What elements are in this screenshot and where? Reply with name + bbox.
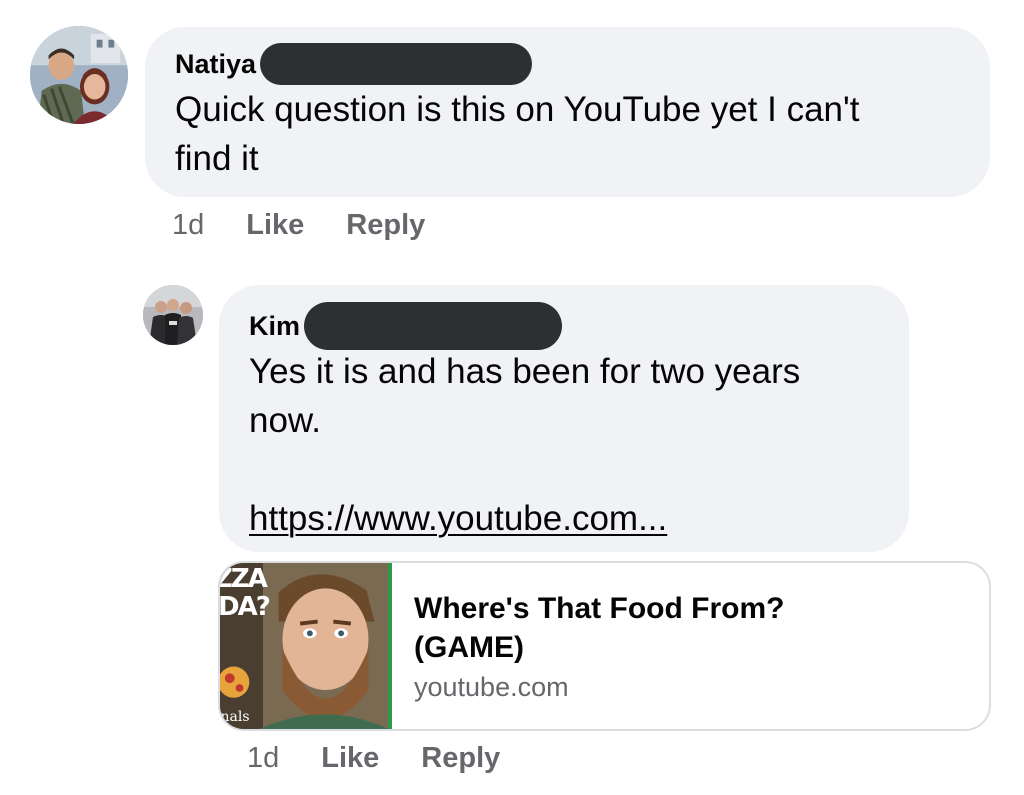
link-preview-card[interactable]: ZZA DA? inals Where's That Food From? (G…: [218, 561, 991, 731]
comment-text: Yes it is and has been for two years now…: [249, 347, 879, 543]
avatar-kim[interactable]: [143, 285, 203, 345]
comment-line: find it: [175, 139, 259, 178]
comment-author-row: Kim: [249, 302, 879, 350]
author-name[interactable]: Kim: [249, 307, 300, 345]
thumbnail-caption: inals: [220, 709, 250, 725]
comment-actions: 1d Like Reply: [247, 738, 542, 778]
like-button[interactable]: Like: [321, 742, 379, 775]
reply-bubble: Kim Yes it is and has been for two years…: [219, 285, 909, 552]
comment-thread: Natiya Quick question is this on YouTube…: [0, 0, 1024, 795]
reply-button[interactable]: Reply: [421, 742, 500, 775]
link-preview-body: Where's That Food From? (GAME) youtube.c…: [392, 563, 784, 729]
comment-author-row: Natiya: [175, 43, 960, 85]
avatar-photo-icon: [30, 26, 128, 124]
link-preview-title: Where's That Food From? (GAME): [414, 589, 784, 667]
redacted-surname: [260, 43, 533, 85]
reply-button[interactable]: Reply: [346, 209, 425, 242]
video-thumbnail: ZZA DA? inals: [220, 563, 392, 729]
youtube-link[interactable]: https://www.youtube.com...: [249, 499, 667, 538]
comment-timestamp[interactable]: 1d: [247, 742, 279, 775]
like-button[interactable]: Like: [246, 209, 304, 242]
comment-actions: 1d Like Reply: [172, 205, 467, 245]
comment-line: now.: [249, 401, 321, 440]
comment-text: Quick question is this on YouTube yet I …: [175, 85, 960, 183]
comment-line: Quick question is this on YouTube yet I …: [175, 90, 860, 129]
title-line: (GAME): [414, 631, 524, 664]
avatar-photo-icon: [143, 285, 203, 345]
thumbnail-caption: ZZA: [220, 564, 268, 594]
author-name[interactable]: Natiya: [175, 45, 256, 83]
redacted-surname: [304, 302, 563, 350]
thumbnail-caption: DA?: [220, 592, 271, 622]
avatar-natiya[interactable]: [30, 26, 128, 124]
comment-bubble: Natiya Quick question is this on YouTube…: [145, 27, 990, 197]
comment-line: Yes it is and has been for two years: [249, 352, 801, 391]
comment-timestamp[interactable]: 1d: [172, 209, 204, 242]
title-line: Where's That Food From?: [414, 592, 785, 625]
link-preview-domain: youtube.com: [414, 672, 569, 702]
